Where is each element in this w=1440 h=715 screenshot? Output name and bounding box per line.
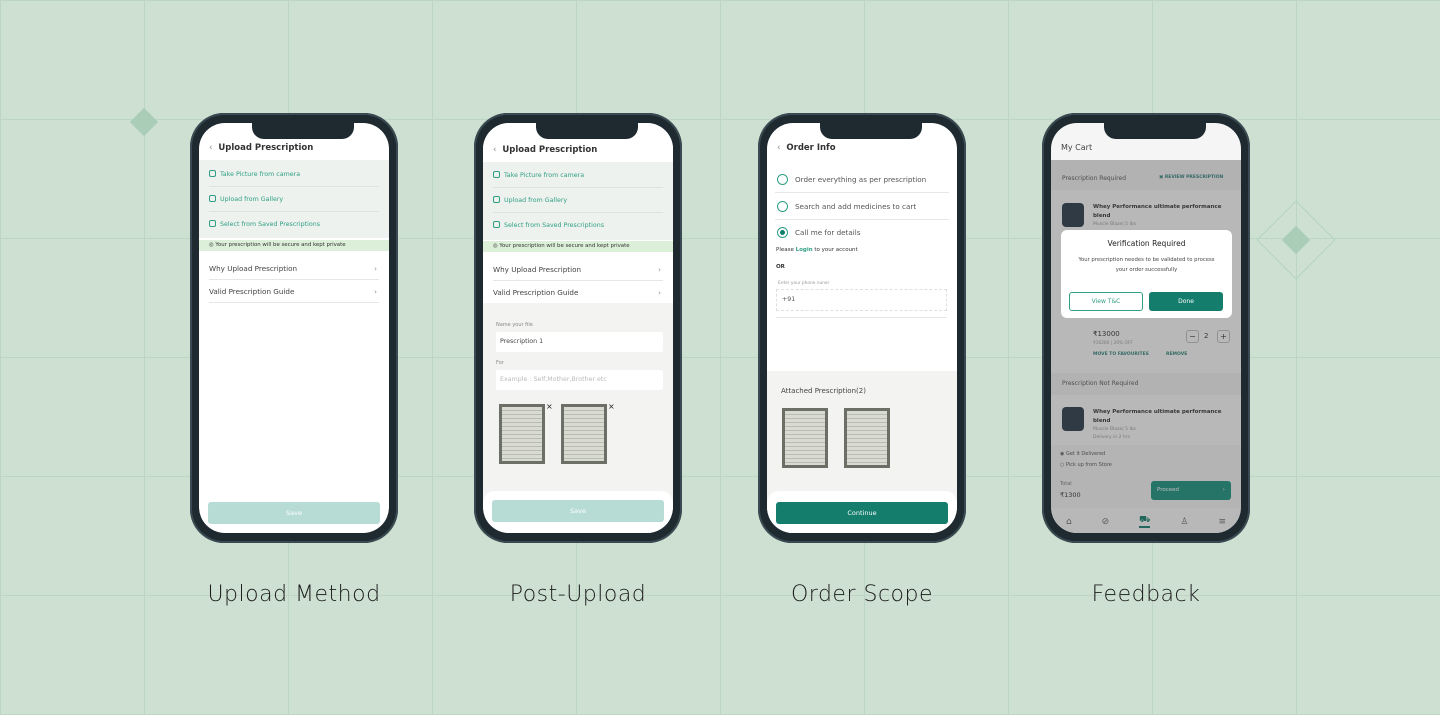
row-guide[interactable]: Valid Prescription Guide › xyxy=(209,280,379,303)
image-icon xyxy=(493,196,500,203)
option-label: Take Picture from camera xyxy=(504,172,585,179)
back-icon[interactable]: ‹ xyxy=(493,145,496,155)
modal-overlay[interactable] xyxy=(1051,160,1241,533)
option-camera[interactable]: Take Picture from camera xyxy=(209,162,379,187)
row-label: Why Upload Prescription xyxy=(493,265,582,274)
privacy-banner: ◎ Your prescription will be secure and k… xyxy=(199,240,389,251)
radio-icon xyxy=(777,201,788,212)
row-label: Why Upload Prescription xyxy=(209,264,298,273)
image-icon xyxy=(209,195,216,202)
prescription-thumbnail[interactable] xyxy=(844,408,890,468)
phone-post-upload: ‹ Upload Prescription Take Picture from c… xyxy=(474,113,682,543)
caption-upload-method: Upload Method xyxy=(207,582,381,607)
for-label: For xyxy=(496,360,504,366)
login-prompt: Please Login to your account xyxy=(776,247,858,253)
camera-icon xyxy=(493,171,500,178)
notch xyxy=(536,123,638,139)
option-label: Take Picture from camera xyxy=(220,171,301,178)
login-link[interactable]: Login xyxy=(796,247,813,253)
radio-icon xyxy=(777,174,788,185)
caption-feedback: Feedback xyxy=(1091,582,1201,607)
save-button[interactable]: Save xyxy=(208,502,380,524)
row-guide[interactable]: Valid Prescription Guide › xyxy=(493,281,663,304)
camera-icon xyxy=(209,170,216,177)
view-tc-button[interactable]: View T&C xyxy=(1069,292,1143,311)
page-title: Order Info xyxy=(786,143,836,153)
prescription-thumbnail[interactable] xyxy=(499,404,545,464)
option-saved[interactable]: Select from Saved Prescriptions xyxy=(493,213,663,238)
row-why-upload[interactable]: Why Upload Prescription › xyxy=(493,258,663,281)
option-gallery[interactable]: Upload from Gallery xyxy=(493,188,663,213)
attached-title: Attached Prescription(2) xyxy=(781,387,866,395)
document-icon xyxy=(493,221,500,228)
option-label: Select from Saved Prescriptions xyxy=(220,221,320,228)
back-icon[interactable]: ‹ xyxy=(209,143,212,153)
page-title: My Cart xyxy=(1061,143,1093,152)
banner-text: Your prescription will be secure and kep… xyxy=(215,242,346,248)
radio-selected-icon xyxy=(777,227,788,238)
modal-title: Verification Required xyxy=(1107,239,1186,248)
text: Please xyxy=(776,247,794,253)
row-why-upload[interactable]: Why Upload Prescription › xyxy=(209,257,379,280)
chevron-right-icon: › xyxy=(658,265,661,274)
option-label: Select from Saved Prescriptions xyxy=(504,222,604,229)
radio-search-add[interactable]: Search and add medicines to cart xyxy=(775,194,949,220)
radio-order-everything[interactable]: Order everything as per prescription xyxy=(775,167,949,193)
prescription-thumbnail[interactable] xyxy=(782,408,828,468)
header: ‹ Order Info xyxy=(777,143,836,153)
page-title: Upload Prescription xyxy=(502,145,598,155)
phone-upload-method: ‹ Upload Prescription Take Picture from c… xyxy=(190,113,398,543)
phone-order-scope: ‹ Order Info Order everything as per pres… xyxy=(758,113,966,543)
radio-label: Search and add medicines to cart xyxy=(795,202,917,211)
row-label: Valid Prescription Guide xyxy=(209,287,295,296)
option-saved[interactable]: Select from Saved Prescriptions xyxy=(209,212,379,237)
radio-label: Call me for details xyxy=(795,228,861,237)
notch xyxy=(1104,123,1206,139)
name-label: Name your file xyxy=(496,322,533,328)
or-text: OR xyxy=(776,264,785,270)
header: ‹ Upload Prescription xyxy=(209,143,313,153)
prescription-thumbnail[interactable] xyxy=(561,404,607,464)
back-icon[interactable]: ‹ xyxy=(777,143,780,153)
remove-icon[interactable]: × xyxy=(608,402,615,411)
verification-modal: Verification Required Your prescription … xyxy=(1061,230,1232,318)
modal-text: Your prescription needes to be validated… xyxy=(1078,257,1215,273)
radio-call-me[interactable]: Call me for details xyxy=(775,220,949,246)
page-title: Upload Prescription xyxy=(218,143,314,153)
for-input[interactable]: Example : Self,Mother,Brother etc xyxy=(496,370,663,390)
phone-label: Enter your phone nuner xyxy=(778,281,830,286)
option-label: Upload from Gallery xyxy=(220,196,284,203)
privacy-banner: ◎ Your prescription will be secure and k… xyxy=(483,241,673,252)
option-gallery[interactable]: Upload from Gallery xyxy=(209,187,379,212)
done-button[interactable]: Done xyxy=(1149,292,1223,311)
continue-button[interactable]: Continue xyxy=(776,502,948,524)
header: ‹ Upload Prescription xyxy=(493,145,597,155)
save-button[interactable]: Save xyxy=(492,500,664,522)
caption-post-upload: Post-Upload xyxy=(509,582,647,607)
phone-input[interactable]: +91 xyxy=(776,289,947,311)
chevron-right-icon: › xyxy=(658,288,661,297)
chevron-right-icon: › xyxy=(374,287,377,296)
chevron-right-icon: › xyxy=(374,264,377,273)
option-camera[interactable]: Take Picture from camera xyxy=(493,163,663,188)
option-label: Upload from Gallery xyxy=(504,197,568,204)
caption-order-scope: Order Scope xyxy=(790,582,934,607)
text: to your account xyxy=(814,247,858,253)
row-label: Valid Prescription Guide xyxy=(493,288,579,297)
phone-feedback: My Cart Prescription Required ▣ REVIEW P… xyxy=(1042,113,1250,543)
remove-icon[interactable]: × xyxy=(546,402,553,411)
divider xyxy=(776,317,947,318)
radio-label: Order everything as per prescription xyxy=(795,175,927,184)
notch xyxy=(820,123,922,139)
file-name-input[interactable]: Prescription 1 xyxy=(496,332,663,352)
notch xyxy=(252,123,354,139)
banner-text: Your prescription will be secure and kep… xyxy=(499,243,630,249)
document-icon xyxy=(209,220,216,227)
